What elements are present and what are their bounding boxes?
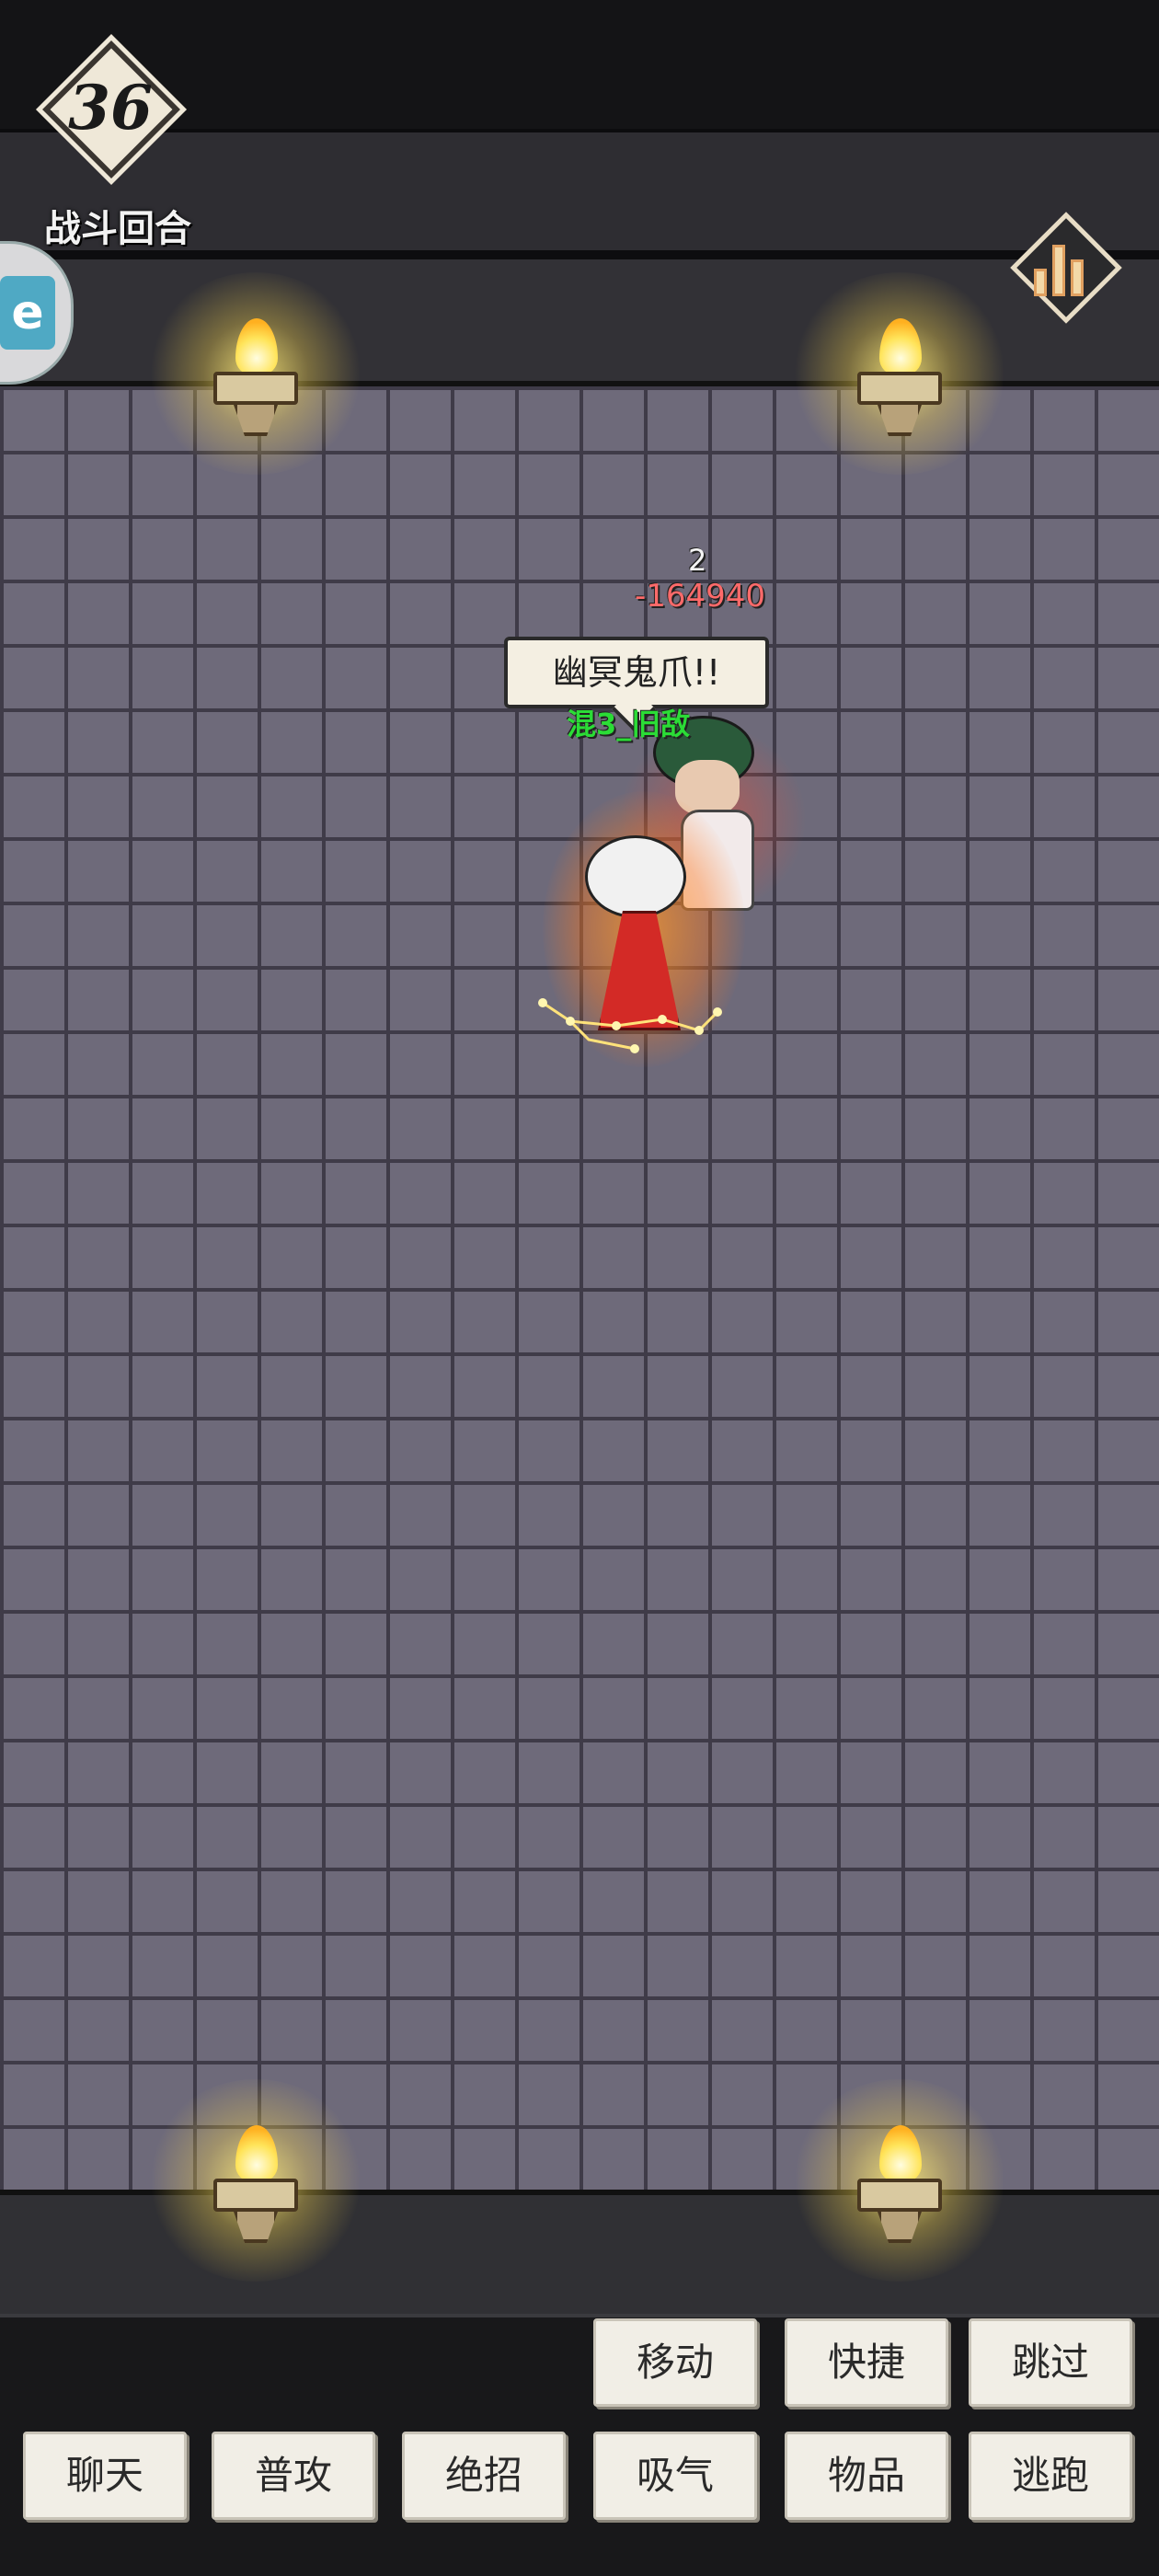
- wall-torch: [145, 272, 366, 475]
- wall-torch: [145, 2079, 366, 2282]
- ultimate-skill-button[interactable]: 绝招: [402, 2432, 566, 2520]
- skill-constellation-effect: [538, 998, 722, 1053]
- chat-button[interactable]: 聊天: [23, 2432, 187, 2520]
- shortcut-button[interactable]: 快捷: [785, 2318, 948, 2407]
- wall-torch: [789, 2079, 1010, 2282]
- move-button[interactable]: 移动: [593, 2318, 757, 2407]
- damage-number: -164940: [635, 578, 766, 615]
- items-button[interactable]: 物品: [785, 2432, 948, 2520]
- skill-callout-bubble: 幽冥鬼爪!!: [504, 637, 769, 708]
- round-label: 战斗回合: [44, 208, 191, 250]
- flee-button[interactable]: 逃跑: [969, 2432, 1132, 2520]
- hit-count-text: 2: [688, 543, 707, 578]
- bar-chart-icon: [1034, 241, 1100, 296]
- round-counter-badge: 36: [37, 35, 184, 182]
- browser-app-icon[interactable]: e: [0, 276, 55, 350]
- wall-torch: [789, 272, 1010, 475]
- skip-button[interactable]: 跳过: [969, 2318, 1132, 2407]
- normal-attack-button[interactable]: 普攻: [212, 2432, 375, 2520]
- round-number: 36: [68, 72, 153, 144]
- enemy-name-label: 混3_旧敌: [567, 707, 691, 742]
- battle-stats-button[interactable]: [1003, 204, 1130, 331]
- breathe-button[interactable]: 吸气: [593, 2432, 757, 2520]
- battle-scene: e 36 战斗回合 2 -164940 幽冥鬼爪!! 混3_旧敌 移动 快捷 跳…: [0, 0, 1159, 2576]
